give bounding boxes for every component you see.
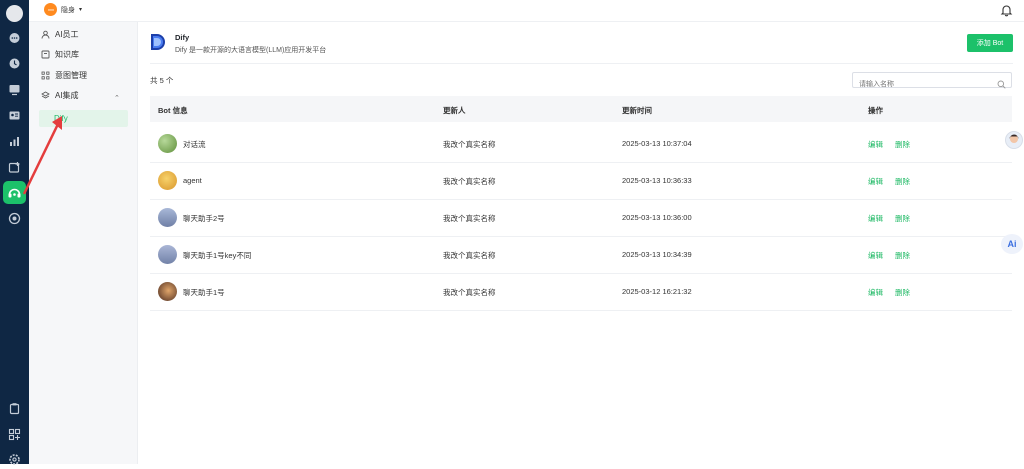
top-bar: 隐身 ▾ xyxy=(29,0,1024,22)
monitor-icon[interactable] xyxy=(5,80,24,99)
updater: 我改个真实名称 xyxy=(443,251,496,260)
sidebar-item-label: 意图管理 xyxy=(55,70,87,80)
ai-assistant-button[interactable]: Ai xyxy=(1001,234,1023,254)
apps-grid-icon[interactable] xyxy=(5,425,24,444)
user-avatar[interactable] xyxy=(6,5,23,22)
sidebar-item-knowledge[interactable]: 知识库 xyxy=(41,46,79,62)
divider xyxy=(150,63,1013,64)
sidebar-item-label: AI员工 xyxy=(55,29,79,39)
annotation-arrow xyxy=(22,116,62,195)
bot-avatar xyxy=(158,208,177,227)
total-count: 共 5 个 xyxy=(150,76,174,85)
bot-name: 对话流 xyxy=(183,140,206,149)
target-icon[interactable] xyxy=(5,209,24,228)
layers-icon xyxy=(41,91,50,100)
table-row: 聊天助手2号 我改个真实名称 2025-03-13 10:36:00 编辑 删除 xyxy=(150,199,1012,237)
caret-down-icon: ▾ xyxy=(79,7,83,13)
sidebar: AI员工 知识库 意图管理 AI集成 ⌃ Dify xyxy=(29,22,138,464)
search-icon[interactable] xyxy=(997,76,1006,94)
intent-icon xyxy=(41,71,50,80)
app-rail xyxy=(0,0,29,465)
page-title: Dify xyxy=(175,33,190,42)
table-row: 聊天助手1号key不同 我改个真实名称 2025-03-13 10:34:39 … xyxy=(150,236,1012,274)
edit-button[interactable]: 编辑 xyxy=(868,213,883,224)
bot-name: 聊天助手2号 xyxy=(183,214,225,223)
table-row: 聊天助手1号 我改个真实名称 2025-03-12 16:21:32 编辑 删除 xyxy=(150,273,1012,311)
edit-button[interactable]: 编辑 xyxy=(868,250,883,261)
bot-name: 聊天助手1号key不同 xyxy=(183,251,252,260)
sidebar-item-ai-integration[interactable]: AI集成 xyxy=(41,87,79,103)
clipboard-icon[interactable] xyxy=(5,399,24,418)
edit-button[interactable]: 编辑 xyxy=(868,287,883,298)
bot-name: 聊天助手1号 xyxy=(183,288,225,297)
sidebar-item-label: 知识库 xyxy=(55,49,79,59)
update-time: 2025-03-13 10:37:04 xyxy=(622,139,692,148)
updater: 我改个真实名称 xyxy=(443,177,496,186)
updater: 我改个真实名称 xyxy=(443,214,496,223)
column-header: Bot 信息 xyxy=(158,106,188,115)
edit-button[interactable]: 编辑 xyxy=(868,176,883,187)
sidebar-item-label: AI集成 xyxy=(55,90,79,100)
bot-avatar xyxy=(158,134,177,153)
settings-icon[interactable] xyxy=(5,450,24,469)
sidebar-item-intent[interactable]: 意图管理 xyxy=(41,67,87,83)
table-header: Bot 信息 更新人 更新时间 操作 xyxy=(150,96,1012,122)
bot-avatar xyxy=(158,245,177,264)
book-icon xyxy=(41,50,50,59)
delete-button[interactable]: 删除 xyxy=(895,176,910,187)
table-row: agent 我改个真实名称 2025-03-13 10:36:33 编辑 删除 xyxy=(150,162,1012,200)
column-header: 更新时间 xyxy=(622,106,652,115)
table-row: 对话流 我改个真实名称 2025-03-13 10:37:04 编辑 删除 xyxy=(150,125,1012,163)
bot-name: agent xyxy=(183,176,202,185)
column-header: 操作 xyxy=(868,106,883,115)
update-time: 2025-03-13 10:36:33 xyxy=(622,176,692,185)
updater: 我改个真实名称 xyxy=(443,140,496,149)
chevron-up-icon[interactable]: ⌃ xyxy=(114,94,120,102)
search-input[interactable] xyxy=(853,77,997,92)
sidebar-item-ai-employee[interactable]: AI员工 xyxy=(41,26,79,42)
update-time: 2025-03-13 10:34:39 xyxy=(622,250,692,259)
bot-avatar xyxy=(158,171,177,190)
search-box xyxy=(852,72,1012,92)
add-bot-button[interactable]: 添加 Bot xyxy=(967,34,1013,52)
status-label: 隐身 xyxy=(61,6,75,14)
edit-button[interactable]: 编辑 xyxy=(868,139,883,150)
column-header: 更新人 xyxy=(443,106,466,115)
status-selector[interactable]: 隐身 ▾ xyxy=(44,3,82,16)
update-time: 2025-03-13 10:36:00 xyxy=(622,213,692,222)
assistant-avatar-icon[interactable] xyxy=(1005,131,1023,149)
delete-button[interactable]: 删除 xyxy=(895,250,910,261)
dify-logo xyxy=(150,32,170,53)
update-time: 2025-03-12 16:21:32 xyxy=(622,287,692,296)
delete-button[interactable]: 删除 xyxy=(895,213,910,224)
history-icon[interactable] xyxy=(5,54,24,73)
status-chat-icon xyxy=(44,3,57,16)
page-description: Dify 是一款开源的大语言模型(LLM)应用开发平台 xyxy=(175,47,327,54)
updater: 我改个真实名称 xyxy=(443,288,496,297)
delete-button[interactable]: 删除 xyxy=(895,139,910,150)
bot-avatar xyxy=(158,282,177,301)
person-icon xyxy=(41,30,50,39)
delete-button[interactable]: 删除 xyxy=(895,287,910,298)
chat-icon[interactable] xyxy=(5,29,24,48)
bell-icon[interactable] xyxy=(1000,3,1013,22)
